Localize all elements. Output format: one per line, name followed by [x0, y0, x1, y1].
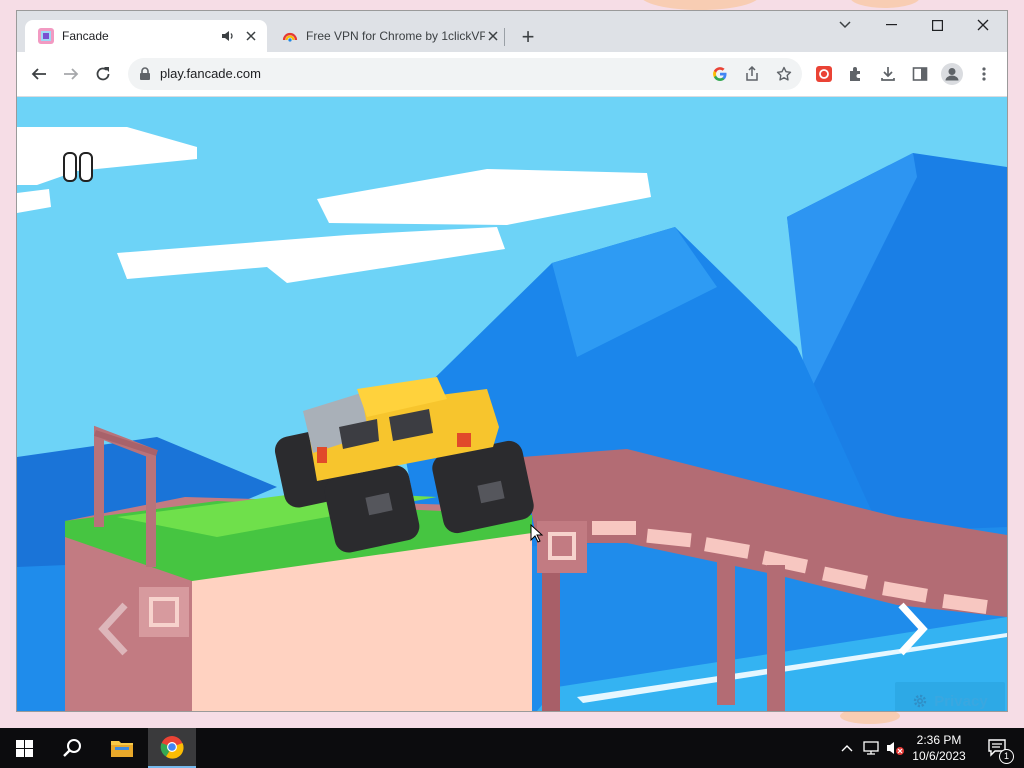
avatar-icon [941, 63, 963, 85]
chevron-down-icon [839, 21, 851, 29]
tab-title: Free VPN for Chrome by 1clickVPN [306, 29, 485, 43]
url-text: play.fancade.com [160, 66, 261, 81]
google-icon[interactable] [712, 66, 728, 82]
chrome-window: Fancade Free VPN for Chrome by 1clickVPN… [17, 11, 1007, 711]
maximize-button[interactable] [914, 11, 960, 39]
clock-date: 10/6/2023 [912, 749, 966, 763]
minimize-icon [885, 24, 897, 26]
downloads-button[interactable] [874, 60, 902, 88]
search-button[interactable] [48, 728, 96, 768]
chevron-up-icon [841, 745, 853, 752]
gear-icon [914, 694, 927, 708]
tab-title: Fancade [62, 29, 109, 43]
speaker-icon[interactable] [221, 29, 235, 43]
network-icon [863, 741, 879, 755]
plus-icon: + [521, 24, 535, 49]
notifications-button[interactable]: 1 [978, 728, 1018, 768]
extension-button[interactable] [810, 60, 838, 88]
profile-button[interactable] [938, 60, 966, 88]
game-scene[interactable] [17, 97, 1007, 711]
vpn-favicon-icon [282, 32, 298, 42]
bookmark-star-icon[interactable] [776, 66, 792, 82]
close-tab-icon[interactable] [243, 28, 259, 44]
desktop-wallpaper-spot [850, 0, 920, 8]
speaker-muted-icon [887, 742, 904, 755]
windows-logo-icon [15, 739, 33, 757]
folder-icon [111, 741, 133, 757]
show-hidden-icons-button[interactable] [836, 728, 858, 768]
tab-vpn[interactable]: Free VPN for Chrome by 1clickVPN [269, 20, 509, 52]
privacy-button[interactable]: Privacy [895, 682, 1005, 711]
search-icon [63, 739, 81, 757]
chrome-taskbar-button[interactable] [148, 728, 196, 768]
chrome-icon [160, 736, 184, 759]
puzzle-icon [850, 67, 860, 81]
desktop-wallpaper [640, 0, 760, 10]
back-button[interactable] [25, 60, 53, 88]
download-icon [881, 67, 895, 81]
new-tab-button[interactable]: + [515, 24, 541, 50]
file-explorer-button[interactable] [98, 728, 146, 768]
minimize-button[interactable] [868, 11, 914, 39]
mouse-cursor [530, 524, 544, 543]
arrow-left-icon [31, 68, 46, 80]
reload-icon [96, 67, 110, 81]
start-button[interactable] [0, 728, 48, 768]
close-tab-icon[interactable] [485, 28, 501, 44]
menu-button[interactable] [970, 60, 998, 88]
volume-button[interactable] [884, 728, 906, 768]
close-icon [977, 19, 989, 31]
lock-icon [140, 67, 150, 80]
pause-icon [63, 152, 77, 182]
game-viewport[interactable]: Privacy [17, 97, 1007, 711]
vpn-extension-icon [816, 66, 832, 82]
side-panel-icon [912, 67, 928, 81]
tab-search-button[interactable] [822, 11, 868, 39]
clock[interactable]: 2:36 PM 10/6/2023 [905, 732, 973, 764]
forward-button[interactable] [57, 60, 85, 88]
clock-time: 2:36 PM [916, 733, 962, 747]
taskbar: 2:36 PM 10/6/2023 1 [0, 728, 1024, 768]
nav-left-button[interactable] [87, 597, 143, 661]
notification-badge: 1 [999, 749, 1014, 764]
side-panel-button[interactable] [906, 60, 934, 88]
address-bar[interactable]: play.fancade.com [128, 58, 802, 90]
network-button[interactable] [860, 728, 882, 768]
kebab-menu-icon [982, 67, 986, 81]
nav-right-button[interactable] [881, 597, 937, 661]
pause-button[interactable] [63, 152, 93, 182]
pause-icon-bar [79, 152, 93, 182]
arrow-right-icon [64, 68, 79, 80]
extensions-button[interactable] [842, 60, 870, 88]
share-icon[interactable] [744, 66, 760, 82]
privacy-label: Privacy [934, 692, 988, 710]
fancade-favicon-icon [38, 28, 54, 44]
browser-toolbar: play.fancade.com [17, 52, 1007, 97]
reload-button[interactable] [89, 60, 117, 88]
tab-separator [504, 28, 505, 46]
close-window-button[interactable] [960, 11, 1006, 39]
maximize-icon [931, 19, 943, 31]
tab-strip: Fancade Free VPN for Chrome by 1clickVPN… [17, 11, 1007, 52]
tab-fancade[interactable]: Fancade [25, 20, 267, 52]
